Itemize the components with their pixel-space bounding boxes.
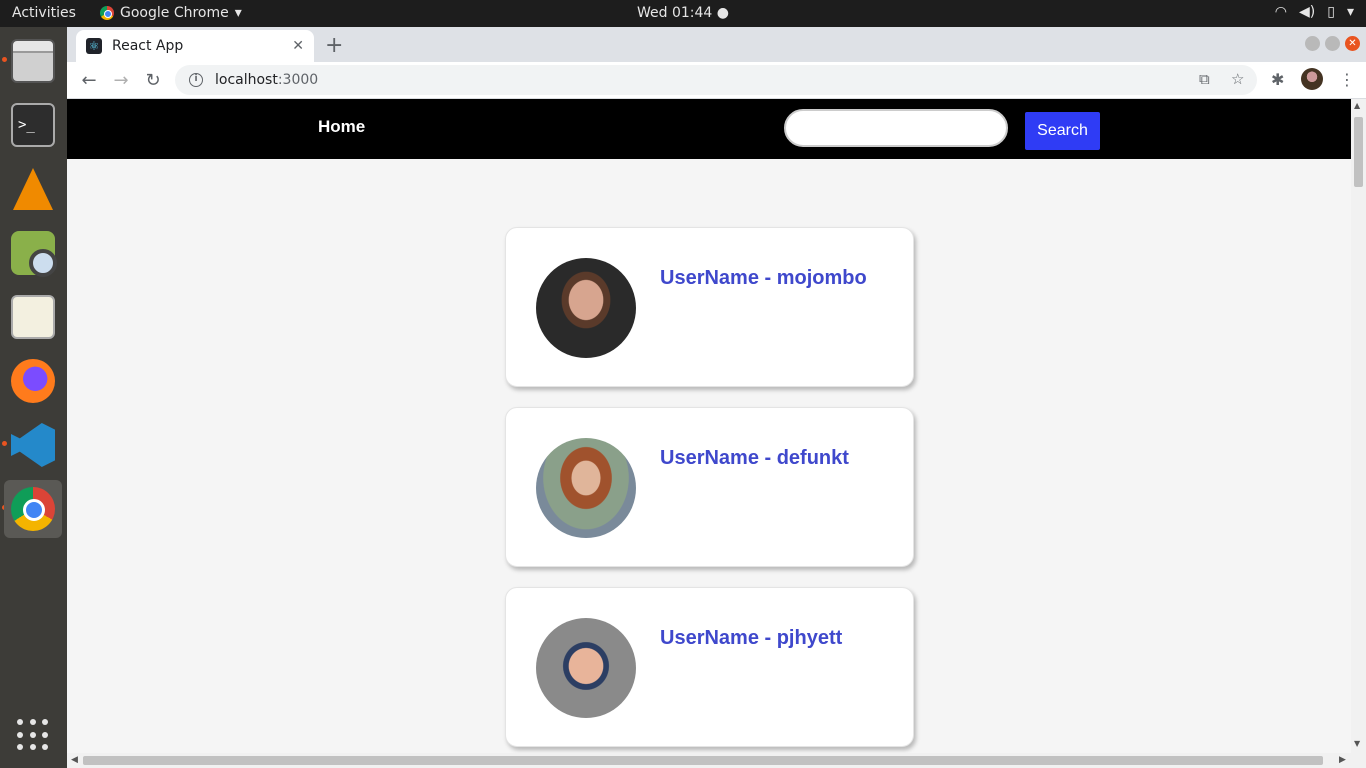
wifi-icon: ◠ <box>1274 4 1288 20</box>
tab-react-app[interactable]: ⚛ React App ✕ <box>76 30 314 62</box>
dock-terminal[interactable]: >_ <box>4 96 62 154</box>
terminal-icon: >_ <box>11 103 55 147</box>
chrome-icon <box>11 487 55 531</box>
dock-text-editor[interactable] <box>4 288 62 346</box>
close-window-button[interactable]: ✕ <box>1345 36 1360 51</box>
close-icon[interactable]: ✕ <box>292 38 304 54</box>
show-apps-icon[interactable] <box>17 719 49 751</box>
browser-toolbar: ← → ↻ i localhost:3000 ⧉ ☆ ✱ ⋮ <box>67 62 1366 99</box>
user-name[interactable]: UserName - mojombo <box>660 267 867 290</box>
chevron-down-icon: ▾ <box>234 5 242 21</box>
firefox-icon <box>11 359 55 403</box>
scroll-thumb[interactable] <box>1354 117 1363 187</box>
scroll-thumb[interactable] <box>83 756 1323 765</box>
nav-home-link[interactable]: Home <box>318 117 365 137</box>
user-card: UserName - pjhyett <box>505 587 914 747</box>
bookmark-star-icon[interactable]: ☆ <box>1231 70 1244 88</box>
app-navbar: Home Search <box>67 99 1351 159</box>
user-name[interactable]: UserName - defunkt <box>660 447 849 470</box>
address-bar[interactable]: i localhost:3000 ⧉ ☆ <box>175 65 1257 95</box>
react-icon: ⚛ <box>86 38 102 54</box>
dock-firefox[interactable] <box>4 352 62 410</box>
app-menu[interactable]: Google Chrome ▾ <box>100 5 242 21</box>
dock-vscode[interactable] <box>4 416 62 474</box>
files-icon <box>11 39 55 83</box>
forward-button[interactable]: → <box>108 68 134 94</box>
profile-avatar[interactable] <box>1301 68 1323 90</box>
vlc-icon <box>13 168 53 210</box>
info-icon[interactable]: i <box>189 73 203 87</box>
volume-icon: ◀) <box>1299 4 1316 20</box>
user-avatar <box>536 438 636 538</box>
tab-strip: ⚛ React App ✕ + ✕ <box>67 27 1366 62</box>
user-card: UserName - mojombo <box>505 227 914 387</box>
dock-chrome[interactable] <box>4 480 62 538</box>
image-viewer-icon <box>11 231 57 277</box>
dock-image-viewer[interactable] <box>4 224 62 282</box>
scroll-down-icon[interactable]: ▼ <box>1354 739 1360 748</box>
battery-icon: ▯ <box>1327 4 1335 20</box>
user-avatar <box>536 618 636 718</box>
app-menu-label: Google Chrome <box>120 5 229 21</box>
user-avatar <box>536 258 636 358</box>
address-port: :3000 <box>277 72 319 88</box>
user-card: UserName - defunkt <box>505 407 914 567</box>
vertical-scrollbar[interactable]: ▲ ▼ <box>1351 99 1366 768</box>
search-input[interactable] <box>784 109 1008 147</box>
reload-button[interactable]: ↻ <box>140 68 166 94</box>
open-external-icon[interactable]: ⧉ <box>1199 70 1210 88</box>
address-host: localhost <box>215 72 278 88</box>
maximize-button[interactable] <box>1325 36 1340 51</box>
new-tab-button[interactable]: + <box>325 33 343 58</box>
system-top-bar: Activities Google Chrome ▾ Wed 01:44 ● ◠… <box>0 0 1366 27</box>
chrome-icon <box>100 6 114 20</box>
back-button[interactable]: ← <box>76 68 102 94</box>
horizontal-scrollbar[interactable]: ◀ ▶ <box>67 753 1351 768</box>
user-name[interactable]: UserName - pjhyett <box>660 627 842 650</box>
scroll-right-icon[interactable]: ▶ <box>1339 755 1346 765</box>
search-button[interactable]: Search <box>1025 112 1100 150</box>
scroll-up-icon[interactable]: ▲ <box>1354 101 1360 110</box>
dock-vlc[interactable] <box>4 160 62 218</box>
activities-button[interactable]: Activities <box>12 5 76 21</box>
dock-files[interactable] <box>4 32 62 90</box>
menu-kebab-icon[interactable]: ⋮ <box>1339 70 1355 89</box>
vscode-icon <box>11 423 55 467</box>
page-viewport: Home Search UserName - mojombo UserName … <box>67 99 1351 753</box>
text-editor-icon <box>11 295 55 339</box>
dock: >_ <box>0 27 67 768</box>
window-controls: ✕ <box>1305 36 1360 51</box>
clock[interactable]: Wed 01:44 ● <box>637 5 729 21</box>
scroll-left-icon[interactable]: ◀ <box>71 755 78 765</box>
chrome-window: ⚛ React App ✕ + ✕ ← → ↻ i localhost:3000… <box>67 27 1366 768</box>
chevron-down-icon: ▾ <box>1346 4 1354 20</box>
tab-title: React App <box>112 38 184 54</box>
minimize-button[interactable] <box>1305 36 1320 51</box>
system-tray[interactable]: ◠ ◀) ▯ ▾ <box>1275 4 1354 20</box>
extensions-icon[interactable]: ✱ <box>1271 70 1284 89</box>
